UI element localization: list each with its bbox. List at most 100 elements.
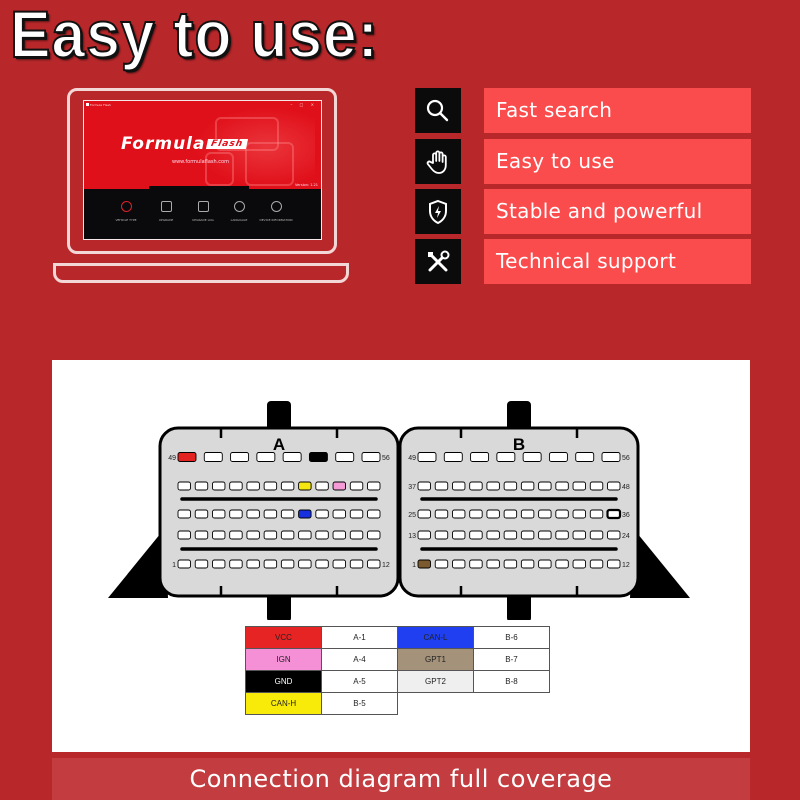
legend-signal: VCC xyxy=(245,626,322,649)
legend-pin: A-4 xyxy=(321,648,398,671)
pin xyxy=(503,481,518,491)
pin-legend-table: VCC A-1 CAN-L B-6 IGN A-4 GPT1 B-7 GND A-5 GPT2 B-8… xyxy=(245,626,550,715)
website-url[interactable]: www.formulaflash.com xyxy=(172,159,229,165)
pin xyxy=(572,509,586,519)
pin xyxy=(229,481,243,491)
feature-fast-search: Fast search xyxy=(415,88,751,133)
legend-row: VCC A-1 CAN-L B-6 xyxy=(245,626,550,649)
pin xyxy=(194,481,209,491)
pin xyxy=(555,481,569,491)
pin xyxy=(349,481,364,491)
pin xyxy=(434,509,449,519)
dock-upgrade[interactable]: UPGRADE xyxy=(146,201,186,222)
pin xyxy=(589,530,604,540)
pin xyxy=(246,559,260,569)
caption: Connection diagram full coverage xyxy=(52,758,750,800)
legend-signal: GPT2 xyxy=(397,670,474,693)
logo-main: Formula xyxy=(121,134,206,154)
tools-icon xyxy=(415,239,461,284)
pin xyxy=(520,509,535,519)
pin-number-label: 49 xyxy=(168,455,176,462)
pin xyxy=(607,530,621,540)
pin xyxy=(229,509,243,519)
pin-number-label: 36 xyxy=(622,512,630,519)
pin xyxy=(315,559,329,569)
pin-number-label: 1 xyxy=(412,562,416,569)
dock-language[interactable]: LANGUAGE xyxy=(219,201,259,222)
legend-row: IGN A-4 GPT1 B-7 xyxy=(245,648,550,671)
pin xyxy=(589,509,604,519)
pin xyxy=(522,452,542,462)
dock-upgrade-log[interactable]: UPGRADE LOG xyxy=(183,201,223,222)
legend-signal: IGN xyxy=(245,648,322,671)
version-label: Version: 1.21 xyxy=(295,183,318,187)
pin xyxy=(470,452,490,462)
connection-diagram-panel: A 49 56 1 12 B 49 56 37 48 25 36 13 24 1 12 VCC A-1 CAN-L… xyxy=(52,360,750,752)
pin xyxy=(246,481,260,491)
pin xyxy=(349,530,364,540)
pin-number-label: 56 xyxy=(622,455,630,462)
pin-number-label: 37 xyxy=(408,484,416,491)
pin xyxy=(486,559,500,569)
legend-signal: GPT1 xyxy=(397,648,474,671)
pin xyxy=(315,481,329,491)
dock-label: VEHICLE TYPE xyxy=(115,218,137,222)
pin xyxy=(496,452,516,462)
legend-pin: B-6 xyxy=(473,626,550,649)
feature-label: Technical support xyxy=(484,239,751,284)
pin xyxy=(538,559,552,569)
dock-label: UPGRADE LOG xyxy=(192,218,214,222)
pin xyxy=(503,530,518,540)
pin xyxy=(256,452,276,462)
pin-number-label: 56 xyxy=(382,455,390,462)
dock-device-information[interactable]: DEVICE INFORMATION xyxy=(256,201,296,222)
pin xyxy=(335,452,355,462)
bottom-dock: VEHICLE TYPE UPGRADE UPGRADE LOG LANGUAG… xyxy=(84,186,321,239)
pin-highlighted xyxy=(177,452,197,462)
legend-pin: A-5 xyxy=(321,670,398,693)
pin xyxy=(349,509,364,519)
pin xyxy=(417,481,431,491)
pin xyxy=(469,481,483,491)
pin xyxy=(280,559,295,569)
pin xyxy=(469,530,483,540)
pin xyxy=(177,559,191,569)
hand-icon xyxy=(415,139,461,184)
pin xyxy=(469,509,483,519)
pin xyxy=(246,530,260,540)
pin-number-label: 1 xyxy=(172,562,176,569)
pin xyxy=(575,452,595,462)
pin xyxy=(417,452,437,462)
pin-number-label: 25 xyxy=(408,512,416,519)
pin xyxy=(332,509,346,519)
legend-pin: B-5 xyxy=(321,692,398,715)
laptop-base xyxy=(53,263,349,283)
pin xyxy=(469,559,483,569)
pin xyxy=(538,509,552,519)
pin-highlighted xyxy=(298,481,312,491)
pin-number-label: 13 xyxy=(408,533,416,540)
pin xyxy=(263,481,278,491)
dock-vehicle-type[interactable]: VEHICLE TYPE xyxy=(106,201,146,222)
pin xyxy=(548,452,568,462)
legend-signal: CAN-H xyxy=(245,692,322,715)
legend-row: GND A-5 GPT2 B-8 xyxy=(245,670,550,693)
pin xyxy=(589,481,604,491)
legend-pin: B-7 xyxy=(473,648,550,671)
pin xyxy=(503,509,518,519)
document-icon xyxy=(197,201,209,212)
pin xyxy=(434,481,449,491)
search-icon xyxy=(415,88,461,133)
pin xyxy=(367,509,381,519)
pin-number-label: 12 xyxy=(622,562,630,569)
pin xyxy=(452,481,466,491)
pin xyxy=(452,509,466,519)
pin xyxy=(520,559,535,569)
pin xyxy=(417,509,431,519)
pin xyxy=(417,530,431,540)
pin xyxy=(555,530,569,540)
pin xyxy=(538,530,552,540)
pin xyxy=(452,559,466,569)
ecu-connector-diagram: A 49 56 1 12 B 49 56 37 48 25 36 13 24 1 12 xyxy=(108,401,690,620)
pin-highlighted xyxy=(308,452,328,462)
